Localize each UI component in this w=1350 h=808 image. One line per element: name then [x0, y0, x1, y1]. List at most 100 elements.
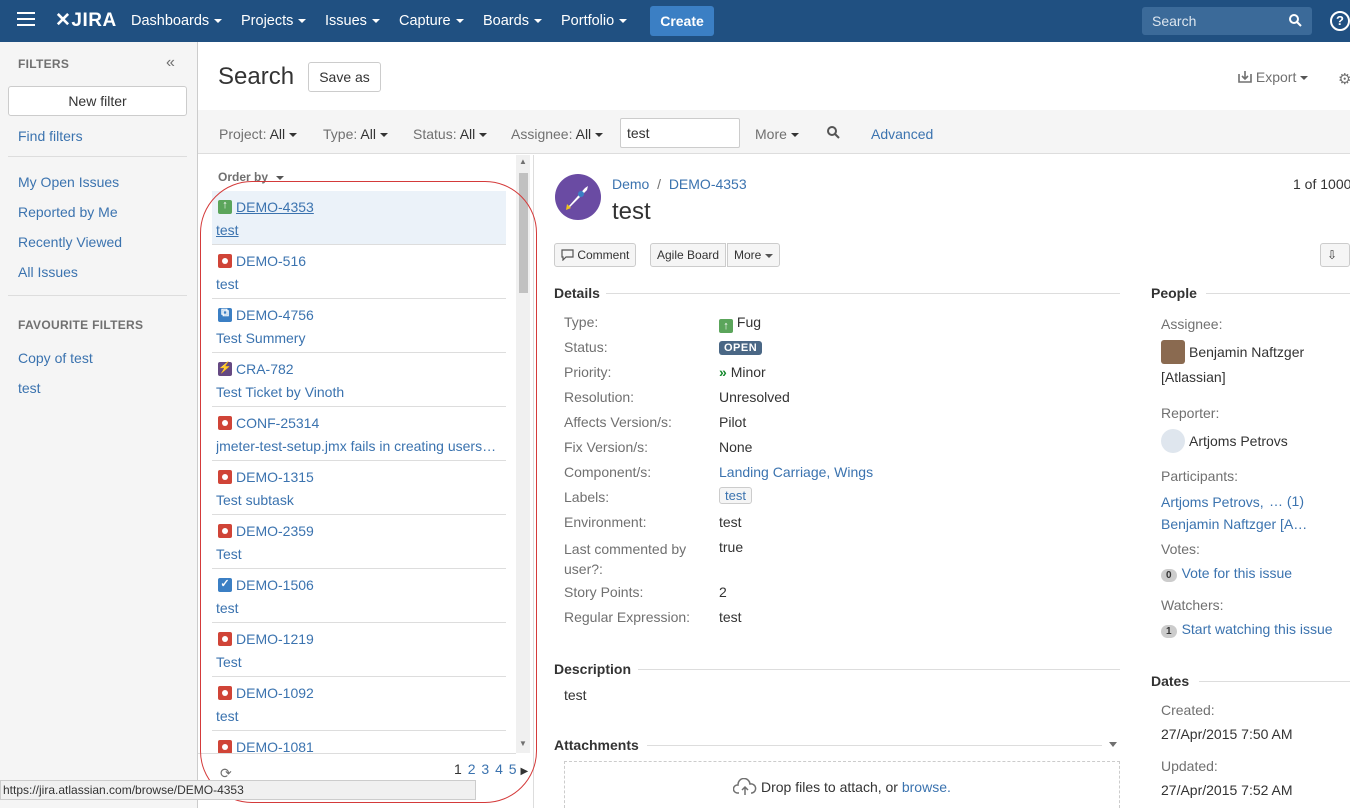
- list-scrollbar[interactable]: ▲ ▼: [516, 155, 530, 753]
- more-participants-link[interactable]: … (1): [1269, 493, 1304, 509]
- issue-key[interactable]: DEMO-1506: [236, 577, 314, 593]
- new-filter-button[interactable]: New filter: [8, 86, 187, 116]
- environment-value[interactable]: test: [719, 514, 742, 530]
- filter-recently-viewed[interactable]: Recently Viewed: [18, 234, 122, 250]
- assignee-name[interactable]: Benjamin Naftzger: [1189, 344, 1304, 360]
- issue-key[interactable]: DEMO-4353: [236, 199, 314, 215]
- page-5[interactable]: 5: [509, 761, 517, 777]
- issue-key[interactable]: DEMO-4756: [236, 307, 314, 323]
- export-icon[interactable]: ⇩: [1320, 243, 1350, 267]
- description-text[interactable]: test: [564, 687, 587, 703]
- issue-list-item[interactable]: DEMO-516 test: [212, 245, 506, 299]
- page-4[interactable]: 4: [495, 761, 503, 777]
- help-icon[interactable]: ?: [1330, 11, 1350, 31]
- issue-key[interactable]: DEMO-2359: [236, 523, 314, 539]
- comment-button[interactable]: Comment: [554, 243, 637, 267]
- status-filter[interactable]: Status: All: [413, 126, 488, 142]
- issue-summary[interactable]: test: [216, 708, 504, 724]
- page-1[interactable]: 1: [454, 761, 462, 777]
- page-3[interactable]: 3: [481, 761, 489, 777]
- search-icon[interactable]: [827, 126, 840, 139]
- type-filter[interactable]: Type: All: [323, 126, 388, 142]
- issue-list-item[interactable]: ↑ DEMO-4353 test: [212, 191, 506, 245]
- participant-link[interactable]: Artjoms Petrovs,: [1161, 494, 1264, 510]
- reporter-name[interactable]: Artjoms Petrovs: [1189, 433, 1288, 449]
- filter-my-open-issues[interactable]: My Open Issues: [18, 174, 119, 190]
- affects-version-value[interactable]: Pilot: [719, 414, 746, 430]
- jira-logo[interactable]: ✕JIRA: [55, 9, 117, 32]
- issue-summary[interactable]: Test: [216, 546, 504, 562]
- find-filters-link[interactable]: Find filters: [18, 128, 83, 144]
- nav-dashboards[interactable]: Dashboards: [131, 13, 223, 29]
- filter-all-issues[interactable]: All Issues: [18, 264, 78, 280]
- scroll-thumb[interactable]: [519, 173, 528, 293]
- filter-reported-by-me[interactable]: Reported by Me: [18, 204, 118, 220]
- issue-list-item[interactable]: DEMO-2359 Test: [212, 515, 506, 569]
- issue-list-item[interactable]: DEMO-1219 Test: [212, 623, 506, 677]
- issue-title[interactable]: test: [612, 198, 651, 226]
- quick-search-input[interactable]: [1142, 7, 1282, 35]
- order-by-dropdown[interactable]: Order by: [218, 170, 285, 184]
- issue-summary[interactable]: Test: [216, 654, 504, 670]
- favourite-filter-test[interactable]: test: [18, 380, 41, 396]
- participant-link[interactable]: Benjamin Naftzger [A…: [1161, 516, 1307, 532]
- create-button[interactable]: Create: [650, 6, 714, 36]
- advanced-search-link[interactable]: Advanced: [871, 126, 933, 142]
- nav-projects[interactable]: Projects: [241, 13, 307, 29]
- issue-key-link[interactable]: DEMO-4353: [669, 176, 747, 192]
- attachment-drop-zone[interactable]: Drop files to attach, or browse.: [564, 761, 1120, 808]
- vote-link[interactable]: 0 Vote for this issue: [1161, 565, 1292, 582]
- components-value[interactable]: Landing Carriage, Wings: [719, 464, 873, 480]
- issue-list-item[interactable]: DEMO-1081: [212, 731, 506, 755]
- priority-value[interactable]: » Minor: [719, 364, 766, 380]
- issue-list-item[interactable]: ✓ DEMO-1506 test: [212, 569, 506, 623]
- next-page-icon[interactable]: ▶: [520, 766, 528, 777]
- issue-summary[interactable]: Test Ticket by Vinoth: [216, 384, 504, 400]
- last-commented-value[interactable]: true: [719, 539, 743, 555]
- issue-summary[interactable]: test: [216, 276, 504, 292]
- type-value[interactable]: ↑ Fug: [719, 314, 761, 333]
- attachments-options-caret[interactable]: [1109, 742, 1117, 747]
- project-link[interactable]: Demo: [612, 176, 649, 192]
- collapse-sidebar-icon[interactable]: «: [166, 54, 175, 72]
- issue-list-item[interactable]: ⚡ CRA-782 Test Ticket by Vinoth: [212, 353, 506, 407]
- browse-link[interactable]: browse.: [902, 779, 951, 795]
- save-as-button[interactable]: Save as: [308, 62, 381, 92]
- story-points-value[interactable]: 2: [719, 584, 727, 600]
- status-lozenge[interactable]: OPEN: [719, 338, 763, 355]
- issue-list-item[interactable]: DEMO-1092 test: [212, 677, 506, 731]
- issue-key[interactable]: CONF-25314: [236, 415, 319, 431]
- fix-version-value[interactable]: None: [719, 439, 752, 455]
- menu-icon[interactable]: [17, 12, 35, 28]
- more-criteria-button[interactable]: More: [755, 126, 799, 142]
- issue-key[interactable]: CRA-782: [236, 361, 294, 377]
- issue-summary[interactable]: Test subtask: [216, 492, 504, 508]
- text-search-input[interactable]: [620, 118, 740, 148]
- issue-key[interactable]: DEMO-1092: [236, 685, 314, 701]
- issue-key[interactable]: DEMO-1219: [236, 631, 314, 647]
- nav-portfolio[interactable]: Portfolio: [561, 13, 628, 29]
- watch-link[interactable]: 1 Start watching this issue: [1161, 621, 1333, 638]
- project-filter[interactable]: Project: All: [219, 126, 298, 142]
- scroll-up-arrow[interactable]: ▲: [519, 157, 527, 166]
- issue-summary[interactable]: Test Summery: [216, 330, 504, 346]
- issue-summary[interactable]: jmeter-test-setup.jmx fails in creating …: [216, 438, 504, 454]
- project-avatar[interactable]: [555, 174, 601, 220]
- nav-issues[interactable]: Issues: [325, 13, 380, 29]
- gear-icon[interactable]: ⚙: [1338, 70, 1350, 88]
- issue-key[interactable]: DEMO-516: [236, 253, 306, 269]
- favourite-filter-copy-of-test[interactable]: Copy of test: [18, 350, 93, 366]
- issue-key[interactable]: DEMO-1315: [236, 469, 314, 485]
- regex-value[interactable]: test: [719, 609, 742, 625]
- issue-list-item[interactable]: CONF-25314 jmeter-test-setup.jmx fails i…: [212, 407, 506, 461]
- agile-board-button[interactable]: Agile Board: [650, 243, 727, 267]
- assignee-filter[interactable]: Assignee: All: [511, 126, 604, 142]
- page-2[interactable]: 2: [468, 761, 476, 777]
- search-icon[interactable]: [1289, 14, 1302, 27]
- issue-summary[interactable]: test: [216, 600, 504, 616]
- issue-list-item[interactable]: ⧉ DEMO-4756 Test Summery: [212, 299, 506, 353]
- more-actions-button[interactable]: More: [727, 243, 781, 267]
- export-button[interactable]: Export: [1238, 69, 1309, 85]
- labels-value[interactable]: test: [719, 487, 752, 504]
- nav-capture[interactable]: Capture: [399, 13, 464, 29]
